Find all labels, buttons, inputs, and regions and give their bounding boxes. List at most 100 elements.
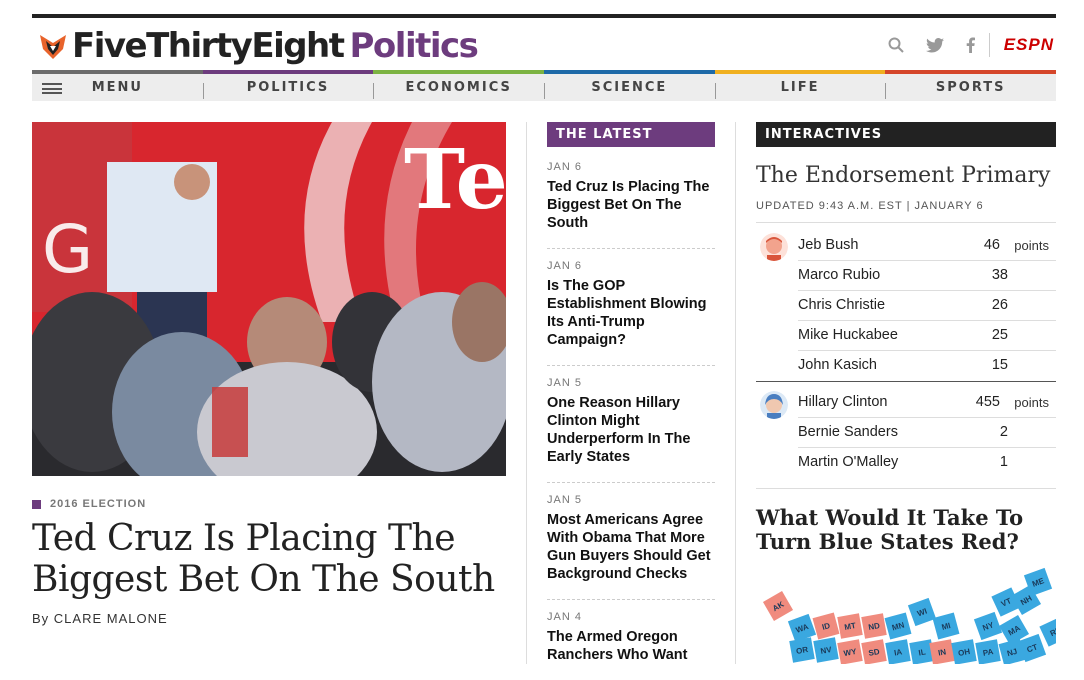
- state-tile[interactable]: RI: [1039, 617, 1056, 647]
- espn-logo[interactable]: ESPN: [1004, 35, 1054, 55]
- latest-title[interactable]: Is The GOP Establishment Blowing Its Ant…: [547, 277, 715, 349]
- candidate-name: Chris Christie: [798, 297, 886, 313]
- twitter-icon[interactable]: [925, 37, 944, 53]
- democratic-endorsements: Hillary Clinton 455 points Bernie Sander…: [756, 388, 1056, 477]
- nav-item-science[interactable]: SCIENCE: [544, 70, 715, 101]
- party-divider: [756, 381, 1056, 382]
- candidate-row[interactable]: John Kasich 15: [798, 351, 1056, 380]
- candidate-row[interactable]: Bernie Sanders 2: [798, 418, 1056, 448]
- nav-item-life[interactable]: LIFE: [714, 70, 886, 101]
- state-tile[interactable]: NY: [973, 611, 1003, 641]
- candidate-points: 15: [991, 357, 1008, 373]
- candidate-points: 25: [991, 327, 1008, 343]
- latest-date: JAN 4: [547, 611, 582, 623]
- blue-states-title[interactable]: What Would It Take To Turn Blue States R…: [756, 506, 1056, 554]
- candidate-row[interactable]: Mike Huckabee 25: [798, 321, 1056, 351]
- latest-item[interactable]: JAN 6 Is The GOP Establishment Blowing I…: [547, 249, 715, 366]
- nav-item-politics[interactable]: POLITICS: [202, 70, 374, 101]
- nav-item-menu[interactable]: MENU: [32, 70, 203, 101]
- nav-item-sports[interactable]: SPORTS: [885, 70, 1057, 101]
- endorsement-title[interactable]: The Endorsement Primary: [756, 163, 1050, 188]
- latest-date: JAN 5: [547, 494, 582, 506]
- fox-logo-icon: [40, 35, 66, 59]
- state-tile[interactable]: MI: [932, 612, 960, 640]
- candidate-points: 38: [991, 267, 1008, 283]
- candidate-name: Hillary Clinton: [798, 394, 888, 410]
- latest-title[interactable]: One Reason Hillary Clinton Might Underpe…: [547, 394, 715, 466]
- state-tile[interactable]: SD: [861, 639, 887, 664]
- latest-title[interactable]: Ted Cruz Is Placing The Biggest Bet On T…: [547, 178, 715, 232]
- hamburger-icon[interactable]: [42, 83, 62, 94]
- nav-item-economics[interactable]: ECONOMICS: [373, 70, 545, 101]
- feature-byline[interactable]: By CLARE MALONE: [32, 611, 168, 626]
- brand-name: FiveThirtyEight: [72, 26, 345, 66]
- state-tile[interactable]: AK: [762, 590, 794, 622]
- header-top-rule: [32, 14, 1056, 18]
- state-tile[interactable]: OR: [789, 637, 815, 663]
- state-tile[interactable]: WA: [787, 613, 817, 643]
- nav-item-label: MENU: [91, 80, 143, 95]
- candidate-points: 455: [975, 394, 1000, 410]
- header-actions: ESPN: [866, 30, 1054, 60]
- endorsement-divider: [756, 222, 1056, 223]
- candidate-row[interactable]: Jeb Bush 46 points: [798, 231, 1056, 261]
- state-tile[interactable]: OH: [951, 639, 977, 664]
- feature-image[interactable]: Ted G: [32, 122, 506, 476]
- section-divider: [756, 488, 1056, 489]
- candidate-row[interactable]: Marco Rubio 38: [798, 261, 1056, 291]
- feature-headline[interactable]: Ted Cruz Is Placing The Biggest Bet On T…: [32, 518, 506, 600]
- candidate-name: Bernie Sanders: [798, 424, 898, 440]
- header-divider: [988, 33, 990, 57]
- state-tile[interactable]: ID: [812, 612, 840, 640]
- search-icon[interactable]: [888, 37, 904, 53]
- candidate-points: 46: [983, 237, 1000, 253]
- category-label: 2016 ELECTION: [50, 498, 147, 510]
- endorsement-updated: UPDATED 9:43 A.M. EST | JANUARY 6: [756, 200, 984, 212]
- candidate-name: John Kasich: [798, 357, 877, 373]
- category-square-icon: [32, 499, 41, 509]
- nav-item-label: SPORTS: [935, 80, 1006, 95]
- candidate-name: Jeb Bush: [798, 237, 859, 253]
- state-tile[interactable]: IN: [929, 639, 955, 664]
- candidate-name: Marco Rubio: [798, 267, 881, 283]
- candidate-name: Mike Huckabee: [798, 327, 898, 343]
- latest-item[interactable]: JAN 6 Ted Cruz Is Placing The Biggest Be…: [547, 150, 715, 249]
- facebook-icon[interactable]: [966, 37, 975, 53]
- candidate-row[interactable]: Martin O'Malley 1: [798, 448, 1056, 477]
- latest-date: JAN 5: [547, 377, 582, 389]
- state-tile[interactable]: MN: [884, 612, 912, 640]
- interactives-header: INTERACTIVES: [756, 122, 1056, 147]
- state-tile[interactable]: WY: [837, 639, 863, 664]
- jeb-bush-avatar: [760, 233, 788, 261]
- state-tile[interactable]: MT: [837, 613, 863, 639]
- candidate-row[interactable]: Chris Christie 26: [798, 291, 1056, 321]
- latest-header: THE LATEST: [547, 122, 715, 147]
- nav-item-label: LIFE: [780, 80, 820, 95]
- state-tile[interactable]: NV: [813, 637, 839, 663]
- nav-item-label: POLITICS: [246, 80, 330, 95]
- hillary-clinton-avatar: [760, 391, 788, 419]
- state-tile[interactable]: ND: [861, 613, 887, 639]
- candidate-points: 1: [999, 454, 1008, 470]
- feature-category[interactable]: 2016 ELECTION: [32, 498, 146, 510]
- svg-text:G: G: [42, 211, 93, 288]
- main-nav: MENU POLITICS ECONOMICS SCIENCE LIFE SPO…: [32, 70, 1057, 101]
- state-tile[interactable]: IA: [885, 639, 911, 664]
- points-label: points: [1014, 238, 1049, 253]
- latest-date: JAN 6: [547, 260, 582, 272]
- latest-title[interactable]: The Armed Oregon Ranchers Who Want: [547, 628, 715, 664]
- state-tile[interactable]: PA: [975, 639, 1001, 664]
- state-abbr: PA: [982, 647, 994, 658]
- nav-item-label: SCIENCE: [591, 80, 668, 95]
- state-tiles-graphic[interactable]: AK WA ID MT ND MN WI MI NY VT NH ME MA OR NV WY SD IA IL IN…: [756, 560, 1056, 664]
- latest-item[interactable]: JAN 5 Most Americans Agree With Obama Th…: [547, 483, 715, 600]
- state-tile[interactable]: WI: [907, 597, 937, 627]
- candidate-points: 2: [999, 424, 1008, 440]
- latest-item[interactable]: JAN 5 One Reason Hillary Clinton Might U…: [547, 366, 715, 483]
- site-logo[interactable]: FiveThirtyEight Politics: [38, 24, 479, 68]
- candidate-row[interactable]: Hillary Clinton 455 points: [798, 388, 1056, 418]
- latest-date: JAN 6: [547, 161, 582, 173]
- latest-title[interactable]: Most Americans Agree With Obama That Mor…: [547, 511, 715, 583]
- candidate-name: Martin O'Malley: [798, 454, 899, 470]
- latest-item[interactable]: JAN 4 The Armed Oregon Ranchers Who Want: [547, 600, 715, 680]
